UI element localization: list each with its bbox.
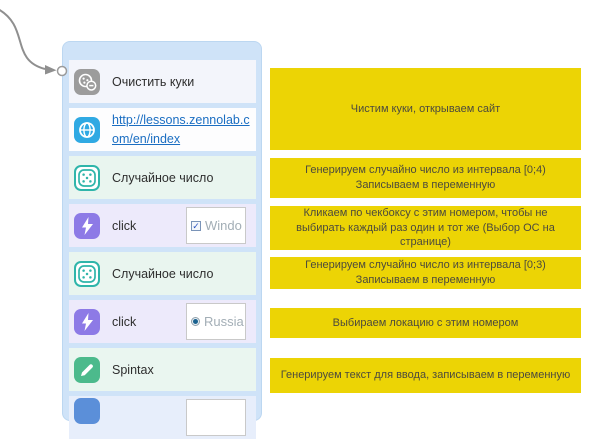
dice-icon [74, 261, 100, 287]
action-label: Spintax [112, 363, 154, 377]
comment-note[interactable]: Генерируем случайно число из интервала [… [270, 257, 581, 289]
action-block-random-number-1[interactable]: Случайное число [69, 156, 256, 199]
element-screenshot-thumb: Russia [186, 303, 246, 340]
thumb-label: Russia [204, 314, 244, 329]
globe-icon [74, 117, 100, 143]
action-block-spintax[interactable]: Spintax [69, 348, 256, 391]
lightning-icon [74, 309, 100, 335]
action-label: Случайное число [112, 171, 213, 185]
checkbox-icon: ✓ [191, 221, 201, 231]
pencil-icon [74, 357, 100, 383]
action-block-random-number-2[interactable]: Случайное число [69, 252, 256, 295]
comment-note[interactable]: Генерируем случайно число из интервала [… [270, 158, 581, 198]
action-block-click-os-checkbox[interactable]: click ✓ Windo [69, 204, 256, 247]
lightning-icon [74, 213, 100, 239]
element-screenshot-thumb [186, 399, 246, 436]
target-url-link[interactable]: http://lessons.zennolab.com/en/index [112, 111, 250, 147]
comment-note[interactable]: Генерируем текст для ввода, записываем в… [270, 358, 581, 393]
action-block-partial[interactable] [69, 396, 256, 439]
thumb-label: Windo [205, 218, 242, 233]
comment-note[interactable]: Чистим куки, открываем сайт [270, 68, 581, 150]
flow-editor-canvas: { "palette": { "group_bg": "#cfe3f8", "n… [0, 0, 614, 404]
action-block-goto-url[interactable]: http://lessons.zennolab.com/en/index [69, 108, 256, 151]
action-label: Очистить куки [112, 75, 194, 89]
radio-icon [191, 317, 200, 326]
flow-group: Очистить куки http://lessons.zennolab.co… [62, 41, 262, 421]
set-value-icon [74, 398, 100, 424]
comment-note[interactable]: Кликаем по чекбоксу с этим номером, чтоб… [270, 206, 581, 250]
action-block-clear-cookies[interactable]: Очистить куки [69, 60, 256, 103]
element-screenshot-thumb: ✓ Windo [186, 207, 246, 244]
arrowhead-icon [45, 65, 57, 75]
action-label: click [112, 315, 136, 329]
action-label: Случайное число [112, 267, 213, 281]
action-block-click-location-radio[interactable]: click Russia [69, 300, 256, 343]
action-label: click [112, 219, 136, 233]
comment-note[interactable]: Выбираем локацию с этим номером [270, 308, 581, 338]
dice-icon [74, 165, 100, 191]
cookie-icon [74, 69, 100, 95]
